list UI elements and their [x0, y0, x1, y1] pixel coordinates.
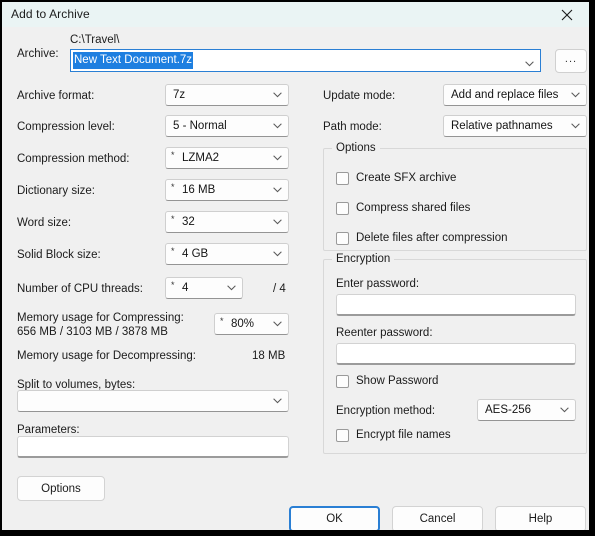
encrypt-file-names-checkbox[interactable]: Encrypt file names [336, 428, 451, 442]
chevron-down-icon [525, 58, 534, 67]
cpu-threads-select[interactable]: * 4 [165, 277, 243, 299]
help-button[interactable]: Help [495, 506, 586, 530]
word-size-label: Word size: [17, 217, 72, 229]
compression-method-label: Compression method: [17, 153, 130, 165]
chevron-down-icon [571, 123, 580, 129]
chevron-down-icon [560, 407, 569, 413]
dictionary-size-value: 16 MB [182, 184, 216, 196]
cpu-threads-value: 4 [182, 282, 189, 294]
dialog-body: Archive: C:\Travel\ New Text Document.7z… [2, 27, 589, 530]
checkbox-icon [336, 374, 349, 388]
delete-files-after-compression-checkbox[interactable]: Delete files after compression [336, 231, 507, 245]
compress-shared-files-label: Compress shared files [356, 202, 471, 214]
memory-compressing-detail: 656 MB / 3103 MB / 3878 MB [17, 326, 168, 338]
encryption-method-label: Encryption method: [336, 405, 436, 417]
window-title: Add to Archive [11, 7, 90, 21]
word-size-value: 32 [182, 216, 195, 228]
split-volumes-select[interactable] [17, 390, 289, 412]
chevron-down-icon [273, 251, 282, 257]
chevron-down-icon [273, 187, 282, 193]
options-button[interactable]: Options [17, 476, 105, 501]
modified-marker: * [171, 214, 175, 224]
title-bar: Add to Archive [2, 2, 589, 27]
reenter-password-input[interactable] [336, 343, 576, 365]
memory-decompressing-value: 18 MB [252, 350, 286, 362]
show-password-checkbox[interactable]: Show Password [336, 374, 438, 388]
chevron-down-icon [273, 321, 282, 327]
enter-password-label: Enter password: [336, 278, 420, 290]
encrypt-file-names-label: Encrypt file names [356, 429, 451, 441]
compression-level-select[interactable]: 5 - Normal [165, 115, 289, 137]
archive-name-input[interactable]: New Text Document.7z [70, 49, 541, 72]
solid-block-size-select[interactable]: * 4 GB [165, 243, 289, 265]
compress-shared-files-checkbox[interactable]: Compress shared files [336, 201, 470, 215]
encryption-method-value: AES-256 [485, 404, 532, 416]
encryption-group-title: Encryption [332, 253, 395, 266]
chevron-down-icon [273, 92, 282, 98]
path-mode-value: Relative pathnames [451, 120, 553, 132]
memory-usage-percent-value: 80% [231, 318, 255, 330]
checkbox-icon [336, 428, 349, 442]
word-size-select[interactable]: * 32 [165, 211, 289, 233]
close-icon[interactable] [545, 2, 589, 27]
update-mode-label: Update mode: [323, 90, 396, 102]
create-sfx-archive-label: Create SFX archive [356, 172, 457, 184]
modified-marker: * [171, 182, 175, 192]
archive-name-value: New Text Document.7z [73, 52, 194, 69]
cancel-button[interactable]: Cancel [392, 506, 483, 530]
archive-path-text: C:\Travel\ [70, 34, 120, 46]
chevron-down-icon [273, 123, 282, 129]
dictionary-size-select[interactable]: * 16 MB [165, 179, 289, 201]
checkbox-icon [336, 201, 349, 215]
cpu-threads-total: / 4 [273, 283, 286, 295]
archive-format-value: 7z [173, 89, 186, 101]
encryption-group: Encryption Enter password: Reenter passw… [323, 253, 587, 454]
checkbox-icon [336, 231, 349, 245]
chevron-down-icon [571, 92, 580, 98]
chevron-down-icon [273, 155, 282, 161]
update-mode-select[interactable]: Add and replace files [443, 84, 587, 106]
memory-compressing-label: Memory usage for Compressing: [17, 312, 184, 324]
archive-label: Archive: [17, 48, 59, 60]
options-group: Options Create SFX archive Compress shar… [323, 142, 587, 251]
update-mode-value: Add and replace files [451, 89, 559, 101]
chevron-down-icon [227, 285, 236, 291]
add-to-archive-dialog: Add to Archive Archive: C:\Travel\ New T… [0, 0, 591, 532]
parameters-input[interactable] [17, 436, 289, 458]
memory-usage-percent-select[interactable]: * 80% [214, 313, 289, 335]
memory-decompressing-label: Memory usage for Decompressing: [17, 350, 196, 362]
reenter-password-label: Reenter password: [336, 327, 433, 339]
options-group-title: Options [332, 142, 380, 155]
path-mode-select[interactable]: Relative pathnames [443, 115, 587, 137]
show-password-label: Show Password [356, 375, 439, 387]
create-sfx-archive-checkbox[interactable]: Create SFX archive [336, 171, 456, 185]
chevron-down-icon [273, 219, 282, 225]
encryption-method-select[interactable]: AES-256 [477, 399, 576, 421]
archive-format-select[interactable]: 7z [165, 84, 289, 106]
compression-level-label: Compression level: [17, 121, 115, 133]
enter-password-input[interactable] [336, 294, 576, 316]
checkbox-icon [336, 171, 349, 185]
modified-marker: * [220, 316, 224, 326]
compression-method-select[interactable]: * LZMA2 [165, 147, 289, 169]
compression-method-value: LZMA2 [182, 152, 220, 164]
compression-level-value: 5 - Normal [173, 120, 227, 132]
dictionary-size-label: Dictionary size: [17, 185, 95, 197]
modified-marker: * [171, 150, 175, 160]
solid-block-size-value: 4 GB [182, 248, 209, 260]
browse-button[interactable]: ... [555, 49, 587, 73]
chevron-down-icon [273, 398, 282, 404]
solid-block-size-label: Solid Block size: [17, 249, 101, 261]
ok-button[interactable]: OK [289, 506, 380, 530]
cpu-threads-label: Number of CPU threads: [17, 283, 143, 295]
path-mode-label: Path mode: [323, 121, 382, 133]
archive-format-label: Archive format: [17, 90, 95, 102]
modified-marker: * [171, 280, 175, 290]
modified-marker: * [171, 246, 175, 256]
parameters-label: Parameters: [17, 424, 80, 436]
delete-files-after-compression-label: Delete files after compression [356, 232, 508, 244]
